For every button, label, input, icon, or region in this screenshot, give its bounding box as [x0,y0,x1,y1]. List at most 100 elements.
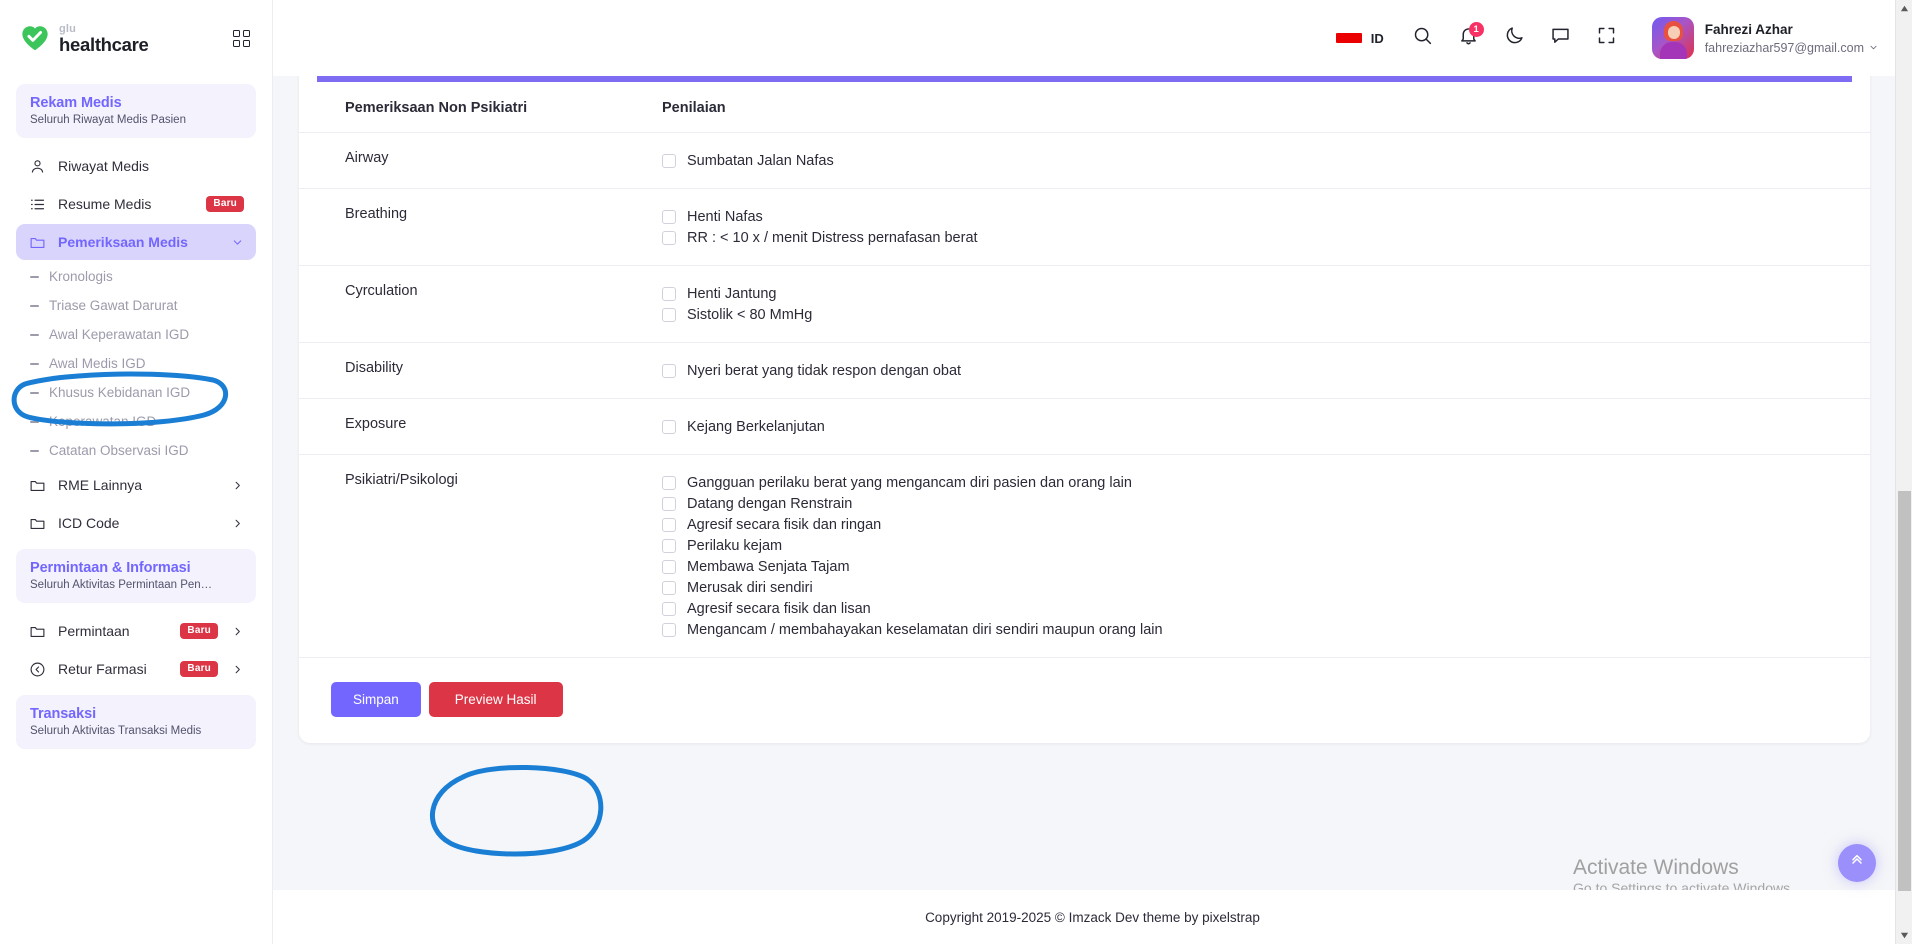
checkbox-label[interactable]: Datang dengan Renstrain [687,496,852,512]
checkbox-label[interactable]: Gangguan perilaku berat yang mengancam d… [687,475,1132,491]
notifications-button[interactable]: 1 [1446,15,1492,61]
section-subtitle: Seluruh Aktivitas Permintaan Pen… [30,579,213,591]
sidebar-subitem-kronologis[interactable]: Kronologis [16,262,256,291]
checkbox[interactable] [662,286,676,301]
sidebar-subitem-triase-gawat-darurat[interactable]: Triase Gawat Darurat [16,291,256,320]
checkbox-row[interactable]: Mengancam / membahayakan keselamatan dir… [662,619,1870,640]
checkbox-row[interactable]: RR : < 10 x / menit Distress pernafasan … [662,227,1870,248]
scrollbar-up-arrow[interactable] [1896,0,1912,17]
preview-result-button[interactable]: Preview Hasil [428,682,563,717]
checkbox[interactable] [662,580,676,595]
sidebar-subitem-label: Catatan Observasi IGD [49,443,189,458]
brand-logo[interactable]: glu healthcare [20,22,149,55]
flag-indonesia-icon [1335,33,1362,43]
triase-table: Pemeriksaan Non Psikiatri Penilaian Airw… [299,82,1870,658]
checkbox-label[interactable]: RR : < 10 x / menit Distress pernafasan … [687,230,978,246]
checkbox[interactable] [662,209,676,224]
checkbox[interactable] [662,538,676,553]
badge-baru: Baru [180,661,218,677]
sidebar-item-pemeriksaan-medis[interactable]: Pemeriksaan Medis [16,224,256,260]
checkbox-row[interactable]: Perilaku kejam [662,535,1870,556]
checkbox[interactable] [662,559,676,574]
section-subtitle: Seluruh Aktivitas Transaksi Medis [30,725,202,737]
dash-icon [30,362,39,365]
checkbox[interactable] [662,307,676,322]
checkbox-row[interactable]: Henti Jantung [662,283,1870,304]
checkbox-label[interactable]: Henti Jantung [687,286,776,302]
checkbox-label[interactable]: Nyeri berat yang tidak respon dengan oba… [687,363,961,379]
sidebar-subitem-awal-medis-igd[interactable]: Awal Medis IGD [16,349,256,378]
sidebar-subitem-label: Awal Medis IGD [49,356,146,371]
checkbox-row[interactable]: Nyeri berat yang tidak respon dengan oba… [662,360,1870,381]
checkbox[interactable] [662,363,676,378]
checkbox-label[interactable]: Sumbatan Jalan Nafas [687,153,834,169]
checkbox-label[interactable]: Agresif secara fisik dan lisan [687,601,871,617]
checkbox[interactable] [662,475,676,490]
checkbox-label[interactable]: Mengancam / membahayakan keselamatan dir… [687,622,1163,638]
grid-menu-icon[interactable] [233,29,250,47]
messages-button[interactable] [1538,15,1584,61]
sidebar-subitem-awal-keperawatan-igd[interactable]: Awal Keperawatan IGD [16,320,256,349]
checkbox-label[interactable]: Henti Nafas [687,209,763,225]
checkbox-row[interactable]: Agresif secara fisik dan ringan [662,514,1870,535]
checkbox-row[interactable]: Henti Nafas [662,206,1870,227]
checkbox-label[interactable]: Membawa Senjata Tajam [687,559,850,575]
checkbox[interactable] [662,601,676,616]
checkbox-row[interactable]: Kejang Berkelanjutan [662,416,1870,437]
row-options: Henti Jantung Sistolik < 80 MmHg [662,265,1870,343]
row-options: Nyeri berat yang tidak respon dengan oba… [662,342,1870,399]
checkbox-label[interactable]: Kejang Berkelanjutan [687,419,825,435]
checkbox[interactable] [662,517,676,532]
sidebar-item-label: RME Lainnya [58,477,143,493]
sidebar-item-riwayat-medis[interactable]: Riwayat Medis [16,148,256,184]
language-selector[interactable]: ID [1335,31,1384,46]
sidebar-item-resume-medis[interactable]: Resume Medis Baru [16,186,256,222]
checkbox-row[interactable]: Gangguan perilaku berat yang mengancam d… [662,472,1870,493]
sidebar-item-icd-code[interactable]: ICD Code [16,505,256,541]
sidebar-item-permintaan[interactable]: Permintaan Baru [16,613,256,649]
checkbox[interactable] [662,496,676,511]
user-profile-menu[interactable]: Fahrezi Azhar fahreziazhar597@gmail.com [1651,17,1878,59]
dark-mode-toggle[interactable] [1492,15,1538,61]
save-button[interactable]: Simpan [331,682,421,717]
checkbox-row[interactable]: Merusak diri sendiri [662,577,1870,598]
page-scrollbar[interactable] [1895,0,1912,944]
table-row: Cyrculation Henti Jantung Sistolik < 80 … [299,265,1870,343]
folder-icon [28,233,46,251]
checkbox[interactable] [662,419,676,434]
dash-icon [30,333,39,336]
table-row: Psikiatri/Psikologi Gangguan perilaku be… [299,454,1870,658]
watermark-title: Activate Windows [1573,855,1739,879]
section-title: Transaksi [30,706,97,722]
checkbox-row[interactable]: Datang dengan Renstrain [662,493,1870,514]
sidebar-item-rme-lainnya[interactable]: RME Lainnya [16,467,256,503]
sidebar-subitem-khusus-kebidanan-igd[interactable]: Khusus Kebidanan IGD [16,378,256,407]
checkbox-row[interactable]: Sumbatan Jalan Nafas [662,150,1870,171]
sidebar-subitem-label: Kronologis [49,269,113,284]
search-button[interactable] [1400,15,1446,61]
sidebar-item-label: Pemeriksaan Medis [58,234,188,250]
sidebar-item-retur-farmasi[interactable]: Retur Farmasi Baru [16,651,256,687]
checkbox-label[interactable]: Agresif secara fisik dan ringan [687,517,881,533]
checkbox[interactable] [662,230,676,245]
checkbox[interactable] [662,622,676,637]
checkbox-label[interactable]: Sistolik < 80 MmHg [687,307,812,323]
checkbox-label[interactable]: Perilaku kejam [687,538,782,554]
section-subtitle: Seluruh Riwayat Medis Pasien [30,114,186,126]
checkbox-row[interactable]: Sistolik < 80 MmHg [662,304,1870,325]
scrollbar-down-arrow[interactable] [1896,927,1912,944]
chevron-right-icon [230,626,244,637]
column-header-pemeriksaan: Pemeriksaan Non Psikiatri [299,82,662,133]
scroll-to-top-button[interactable] [1838,844,1876,882]
sidebar-subitem-catatan-observasi-igd[interactable]: Catatan Observasi IGD [16,436,256,465]
checkbox-label[interactable]: Merusak diri sendiri [687,580,813,596]
row-options: Gangguan perilaku berat yang mengancam d… [662,454,1870,658]
fullscreen-button[interactable] [1584,15,1630,61]
scrollbar-thumb[interactable] [1898,491,1911,891]
column-header-penilaian: Penilaian [662,82,1870,133]
sidebar-item-label: ICD Code [58,515,120,531]
checkbox-row[interactable]: Membawa Senjata Tajam [662,556,1870,577]
checkbox[interactable] [662,153,676,168]
sidebar-subitem-keperawatan-igd[interactable]: Keperawatan IGD [16,407,256,436]
checkbox-row[interactable]: Agresif secara fisik dan lisan [662,598,1870,619]
